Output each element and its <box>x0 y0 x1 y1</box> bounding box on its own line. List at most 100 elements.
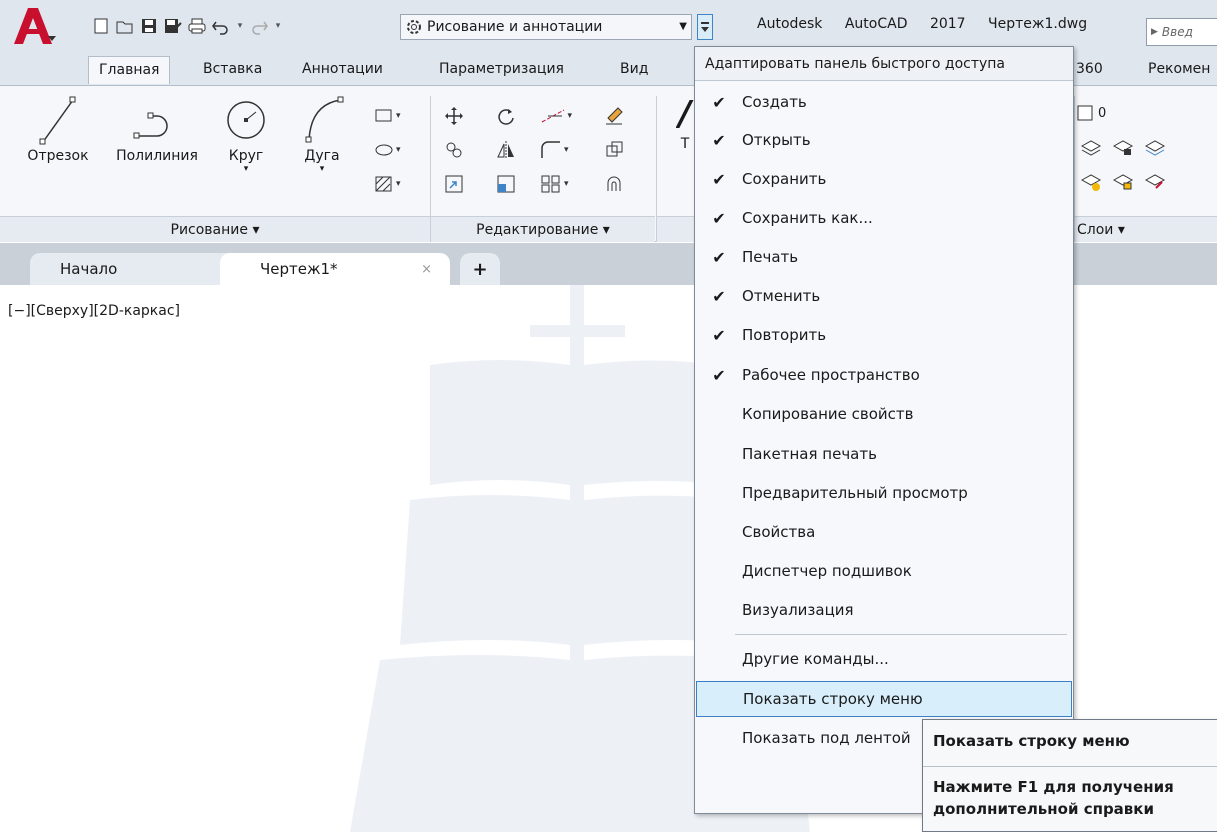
undo-icon[interactable] <box>210 15 232 37</box>
viewport-controls[interactable]: [−][Сверху][2D-каркас] <box>8 303 180 319</box>
circle-dropdown-icon[interactable]: ▾ <box>216 164 276 174</box>
ellipse-icon <box>375 144 393 156</box>
customize-qa-menu: Адаптировать панель быстрого доступа ✔ Со… <box>694 46 1074 814</box>
plot-icon[interactable] <box>186 15 208 37</box>
menu-item-label: Создать <box>742 93 807 111</box>
menu-item-save[interactable]: ✔ Сохранить <box>696 161 1072 197</box>
circle-tool[interactable]: Круг ▾ <box>216 92 276 174</box>
arc-dropdown-icon[interactable]: ▾ <box>292 164 352 174</box>
trim-tool[interactable]: ▾ <box>540 104 572 128</box>
menu-item-new[interactable]: ✔ Создать <box>696 84 1072 120</box>
tab-start[interactable]: Начало <box>30 253 250 285</box>
layer-match-icon[interactable] <box>1144 138 1166 158</box>
layer-lock-icon[interactable] <box>1112 138 1134 158</box>
menu-item-redo[interactable]: ✔ Повторить <box>696 317 1072 353</box>
trim-icon <box>541 109 565 123</box>
menu-item-label: Показать под лентой <box>742 729 911 747</box>
save-as-icon[interactable] <box>162 15 184 37</box>
tab-annotate[interactable]: Аннотации <box>302 56 383 84</box>
hatch-tool[interactable]: ▾ <box>374 138 406 162</box>
open-icon[interactable] <box>114 15 136 37</box>
menu-item-save-as[interactable]: ✔ Сохранить как... <box>696 200 1072 236</box>
menu-item-workspace[interactable]: ✔ Рабочее пространство <box>696 357 1072 393</box>
menu-item-sheet-set[interactable]: Диспетчер подшивок <box>696 553 1072 589</box>
menu-item-label: Отменить <box>742 287 821 305</box>
menu-item-more-commands[interactable]: Другие команды... <box>696 641 1072 677</box>
new-icon[interactable] <box>90 15 112 37</box>
new-tab-button[interactable]: + <box>460 253 500 285</box>
erase-icon <box>606 107 623 125</box>
line-label: Отрезок <box>27 148 89 164</box>
arc-label: Дуга <box>304 148 340 164</box>
menu-item-batch-plot[interactable]: Пакетная печать <box>696 436 1072 472</box>
autocad-logo-icon[interactable] <box>12 6 56 46</box>
rectangle-tool[interactable]: ▾ <box>374 104 406 128</box>
offset-tool[interactable] <box>604 172 636 196</box>
search-arrow-icon: ▶ <box>1151 27 1158 37</box>
menu-item-label: Копирование свойств <box>742 405 914 423</box>
tab-drawing[interactable]: Чертеж1* × <box>220 253 450 285</box>
fillet-dropdown-icon[interactable]: ▾ <box>564 145 569 155</box>
tab-parametric[interactable]: Параметризация <box>439 56 564 84</box>
menu-item-match-properties[interactable]: Копирование свойств <box>696 396 1072 432</box>
undo-dropdown-icon[interactable]: ▾ <box>234 15 246 37</box>
polyline-icon <box>133 112 168 139</box>
line-tool[interactable]: Отрезок <box>18 92 98 164</box>
polyline-tool[interactable]: Полилиния <box>102 92 212 164</box>
explode-tool[interactable] <box>604 138 636 162</box>
layer-freeze-icon[interactable] <box>1080 172 1102 192</box>
copy-icon <box>446 142 462 158</box>
rectangle-dropdown-icon[interactable]: ▾ <box>396 111 401 121</box>
layer-unlock-icon[interactable] <box>1112 172 1134 192</box>
trim-dropdown-icon[interactable]: ▾ <box>567 111 572 121</box>
layer-properties-icon[interactable] <box>1080 138 1102 158</box>
layer-combo[interactable]: 0 <box>1076 104 1106 122</box>
tab-view[interactable]: Вид <box>620 56 648 84</box>
customize-qa-button[interactable] <box>697 14 713 40</box>
redo-icon[interactable] <box>248 15 270 37</box>
menu-item-show-menubar[interactable]: Показать строку меню <box>696 681 1072 717</box>
tooltip: Показать строку меню Нажмите F1 для полу… <box>922 719 1217 832</box>
circle-icon <box>227 101 265 139</box>
autocad-window: ▾ ▾ Рисование и аннотации ▼ Autodesk Aut… <box>0 0 1217 832</box>
tab-featured[interactable]: Рекомен <box>1148 56 1210 84</box>
hatch-dropdown-icon[interactable]: ▾ <box>396 179 401 189</box>
workspace-select[interactable]: Рисование и аннотации ▼ <box>400 14 692 40</box>
menu-item-preview[interactable]: Предварительный просмотр <box>696 475 1072 511</box>
modify-panel-title[interactable]: Редактирование ▾ <box>431 216 655 242</box>
tab-start-label: Начало <box>60 260 118 278</box>
menu-item-open[interactable]: ✔ Открыть <box>696 122 1072 158</box>
mirror-tool[interactable] <box>496 138 528 162</box>
ellipse-dropdown-icon[interactable]: ▾ <box>396 145 401 155</box>
arc-tool[interactable]: Дуга ▾ <box>292 92 352 174</box>
draw-panel-title[interactable]: Рисование ▾ <box>0 216 430 242</box>
annotation-panel-title[interactable] <box>657 216 697 242</box>
check-icon: ✔ <box>712 130 726 150</box>
layers-panel-title[interactable]: Слои ▾ <box>1075 216 1217 242</box>
tab-a360[interactable]: 360 <box>1076 56 1103 84</box>
pattern-tool[interactable]: ▾ <box>374 172 406 196</box>
tab-insert[interactable]: Вставка <box>203 56 262 84</box>
copy-tool[interactable] <box>444 138 476 162</box>
move-tool[interactable] <box>444 104 476 128</box>
tab-home[interactable]: Главная <box>88 56 171 84</box>
layer-walk-icon[interactable] <box>1144 172 1166 192</box>
line-icon <box>39 96 76 145</box>
array-tool[interactable]: ▾ <box>540 172 572 196</box>
close-tab-icon[interactable]: × <box>421 262 432 277</box>
menu-item-undo[interactable]: ✔ Отменить <box>696 278 1072 314</box>
scale-tool[interactable] <box>496 172 528 196</box>
menu-item-properties[interactable]: Свойства <box>696 514 1072 550</box>
menu-item-render[interactable]: Визуализация <box>696 592 1072 628</box>
check-icon: ✔ <box>712 365 726 385</box>
rotate-tool[interactable] <box>496 104 528 128</box>
array-dropdown-icon[interactable]: ▾ <box>564 179 569 189</box>
stretch-tool[interactable] <box>444 172 476 196</box>
redo-dropdown-icon[interactable]: ▾ <box>272 15 284 37</box>
text-tool[interactable]: / Т <box>676 92 694 152</box>
search-input[interactable]: ▶ Введ <box>1146 18 1217 46</box>
save-icon[interactable] <box>138 15 160 37</box>
erase-tool[interactable] <box>604 104 636 128</box>
fillet-tool[interactable]: ▾ <box>540 138 572 162</box>
menu-item-plot[interactable]: ✔ Печать <box>696 239 1072 275</box>
